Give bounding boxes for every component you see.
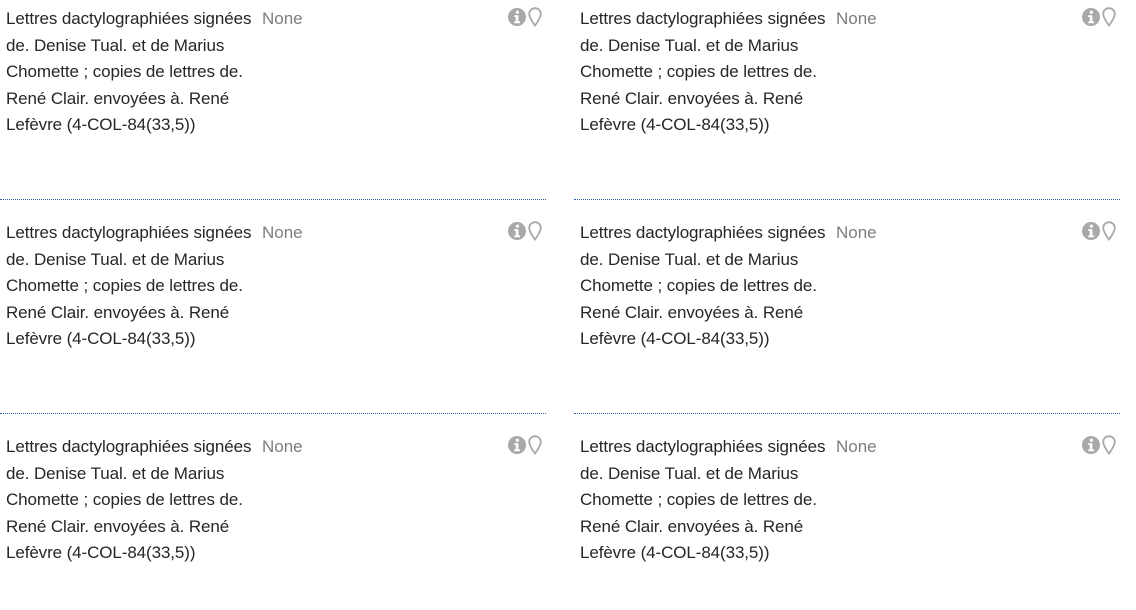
result-date: None xyxy=(836,9,877,28)
map-pin-icon[interactable] xyxy=(528,221,542,241)
result-actions xyxy=(507,221,542,241)
result-date: None xyxy=(836,223,877,242)
result-actions xyxy=(507,435,542,455)
result-card: Lettres dactylographiées signées de. Den… xyxy=(574,428,1120,610)
result-actions xyxy=(1081,435,1116,455)
result-date: None xyxy=(262,223,303,242)
map-pin-icon[interactable] xyxy=(528,435,542,455)
result-title[interactable]: Lettres dactylographiées signées de. Den… xyxy=(580,434,832,567)
result-title[interactable]: Lettres dactylographiées signées de. Den… xyxy=(6,6,258,139)
result-title[interactable]: Lettres dactylographiées signées de. Den… xyxy=(580,220,832,353)
map-pin-icon[interactable] xyxy=(1102,221,1116,241)
map-pin-icon[interactable] xyxy=(528,7,542,27)
info-icon[interactable] xyxy=(1081,435,1101,455)
map-pin-icon[interactable] xyxy=(1102,435,1116,455)
result-card: Lettres dactylographiées signées de. Den… xyxy=(0,0,546,200)
result-title[interactable]: Lettres dactylographiées signées de. Den… xyxy=(6,220,258,353)
results-grid: Lettres dactylographiées signées de. Den… xyxy=(0,0,1136,610)
result-actions xyxy=(1081,7,1116,27)
result-date: None xyxy=(262,437,303,456)
result-date: None xyxy=(836,437,877,456)
result-actions xyxy=(1081,221,1116,241)
result-title[interactable]: Lettres dactylographiées signées de. Den… xyxy=(6,434,258,567)
info-icon[interactable] xyxy=(507,7,527,27)
info-icon[interactable] xyxy=(1081,7,1101,27)
result-card: Lettres dactylographiées signées de. Den… xyxy=(0,214,546,414)
result-card: Lettres dactylographiées signées de. Den… xyxy=(574,214,1120,414)
map-pin-icon[interactable] xyxy=(1102,7,1116,27)
info-icon[interactable] xyxy=(507,435,527,455)
info-icon[interactable] xyxy=(1081,221,1101,241)
result-title[interactable]: Lettres dactylographiées signées de. Den… xyxy=(580,6,832,139)
result-card: Lettres dactylographiées signées de. Den… xyxy=(0,428,546,610)
info-icon[interactable] xyxy=(507,221,527,241)
result-actions xyxy=(507,7,542,27)
result-card: Lettres dactylographiées signées de. Den… xyxy=(574,0,1120,200)
result-date: None xyxy=(262,9,303,28)
